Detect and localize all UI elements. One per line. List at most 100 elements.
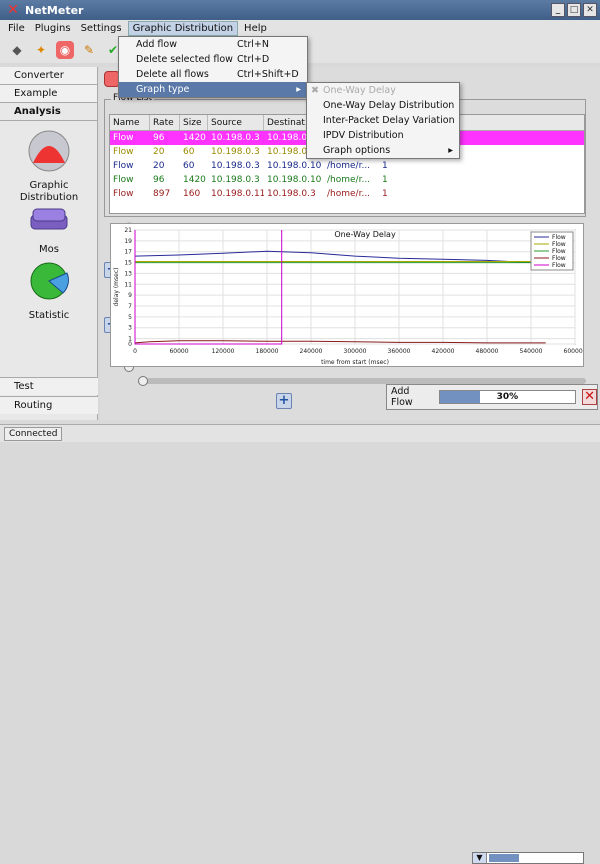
col-size[interactable]: Size [180,115,208,130]
y-tick-label: 9 [128,292,132,299]
menu-item-add-flow[interactable]: Add flow Ctrl+N [119,37,307,52]
sidebar-tab-test[interactable]: Test [0,377,98,395]
table-cell-rate: 20 [153,147,165,157]
y-tick-label: 7 [128,303,132,310]
sidebar-item-label: Graphic Distribution [19,180,79,203]
table-cell-dest: 10.198.0.10 [267,161,322,171]
status-mini-fill [489,854,519,862]
menu-help[interactable]: Help [240,22,271,35]
table-cell-n: 1 [382,161,388,171]
status-text: Connected [4,427,63,441]
table-cell-name: Flow [113,147,134,157]
menu-settings[interactable]: Settings [77,22,126,35]
sidebar-item-statistic[interactable]: Statistic [0,259,98,321]
table-cell-path: /home/r... [327,161,371,171]
x-tick-label: 60000 [169,348,188,355]
window-controls: _ □ ✕ [551,3,597,17]
table-row[interactable]: Flow 897 160 10.198.0.11 10.198.0.3/home/r..… [110,187,584,201]
col-source[interactable]: Source [208,115,264,130]
submenu-item-graph-options[interactable]: Graph options ▸ [307,143,459,158]
x-tick-label: 180000 [256,348,279,355]
tag-icon[interactable]: ◆ [8,41,26,59]
menu-plugins[interactable]: Plugins [31,22,75,35]
table-cell-size: 160 [183,189,201,199]
table-cell-name: Flow [113,133,134,143]
table-cell-n: 1 [382,189,388,199]
sidebar-item-mos[interactable]: Mos [0,203,98,255]
legend-label: Flow [552,234,566,241]
table-cell-name: Flow [113,175,134,185]
y-tick-label: 19 [124,238,132,245]
table-cell-size: 1420 [183,133,206,143]
x-tick-label: 300000 [344,348,367,355]
y-tick-label: 3 [128,325,132,332]
record-icon[interactable]: ◉ [56,41,74,59]
table-cell-path: /home/r... [327,189,371,199]
x-tick-label: 360000 [388,348,411,355]
table-cell-size: 60 [183,147,195,157]
menu-item-delete-all-flows[interactable]: Delete all flows Ctrl+Shift+D [119,67,307,82]
sidebar-tab-analysis[interactable]: Analysis [0,103,97,121]
legend-label: Flow [552,262,566,269]
netmeter-logo-icon: ✕ [7,2,19,18]
sidebar-tab-example[interactable]: Example [0,85,97,103]
menu-file[interactable]: File [4,22,29,35]
table-cell-source: 10.198.0.3 [211,175,260,185]
y-tick-label: 15 [124,260,132,267]
x-tick-label: 480000 [476,348,499,355]
menu-graphic-distribution[interactable]: Graphic Distribution [127,21,239,36]
y-tick-label: 1 [128,336,132,343]
y-tick-label: 21 [124,227,132,234]
add-chart-button[interactable]: + [276,393,292,409]
table-cell-rate: 96 [153,133,165,143]
table-row[interactable]: Flow 20 60 10.198.0.3 10.198.0.10/home/r... 1 [110,159,584,173]
sidebar-tab-routing[interactable]: Routing [0,396,98,414]
table-cell-source: 10.198.0.3 [211,161,260,171]
statistic-icon [30,262,69,300]
legend-label: Flow [552,241,566,248]
minimize-button[interactable]: _ [551,3,565,17]
wrench-icon[interactable]: ✎ [80,41,98,59]
close-window-button[interactable]: ✕ [583,3,597,17]
x-tick-label: 240000 [300,348,323,355]
cancel-progress-button[interactable]: ✕ [582,389,597,405]
col-rate[interactable]: Rate [150,115,180,130]
x-tick-label: 600000 [564,348,583,355]
one-way-delay-chart: 0 60000 120000 180000 240000 300000 360000 4200… [113,227,587,366]
progress-text: 30% [496,392,519,402]
submenu-item-one-way-delay[interactable]: ✖ One-Way Delay [307,83,459,98]
y-tick-label: 13 [124,270,132,277]
sidebar: Converter Example Analysis Graphic Distr… [0,67,98,420]
submenu-item-ipdv[interactable]: Inter-Packet Delay Variation [307,113,459,128]
x-tick-label: 120000 [212,348,235,355]
magic-icon[interactable]: ✦ [32,41,50,59]
maximize-button[interactable]: □ [567,3,581,17]
table-cell-dest: 10.198.0.3 [267,189,316,199]
status-bar: Connected ▼ [0,424,600,864]
submenu-item-owd-distribution[interactable]: One-Way Delay Distribution [307,98,459,113]
table-cell-source: 10.198.0.3 [211,147,260,157]
sidebar-item-graphic-distribution[interactable]: Graphic Distribution [0,129,98,204]
col-name[interactable]: Name [110,115,150,130]
table-row[interactable]: Flow 96 1420 10.198.0.3 10.198.0.10/home/r..… [110,173,584,187]
graphic-distribution-menu: Add flow Ctrl+N Delete selected flow Ctr… [118,36,308,98]
x-tick-label: 540000 [520,348,543,355]
graph-type-submenu: ✖ One-Way Delay One-Way Delay Distributi… [306,82,460,159]
table-cell-source: 10.198.0.3 [211,133,260,143]
progress-bar: 30% [438,390,577,404]
sidebar-tab-converter[interactable]: Converter [0,67,97,85]
horizontal-slider-knob[interactable] [138,376,148,386]
expand-icon[interactable]: ▼ [473,853,487,863]
submenu-item-ipdv-distribution[interactable]: IPDV Distribution [307,128,459,143]
menu-item-graph-type[interactable]: Graph type ▸ [119,82,307,97]
chart-title: One-Way Delay [334,230,396,239]
legend-label: Flow [552,248,566,255]
x-tick-label: 0 [133,348,137,355]
table-cell-size: 60 [183,161,195,171]
menu-item-delete-selected-flow[interactable]: Delete selected flow Ctrl+D [119,52,307,67]
window-title: NetMeter [25,3,84,17]
title-bar: ✕ NetMeter _ □ ✕ [0,0,600,20]
close-icon: ✖ [311,85,319,96]
graphic-distribution-icon [28,130,70,172]
sidebar-item-label: Statistic [28,310,70,321]
